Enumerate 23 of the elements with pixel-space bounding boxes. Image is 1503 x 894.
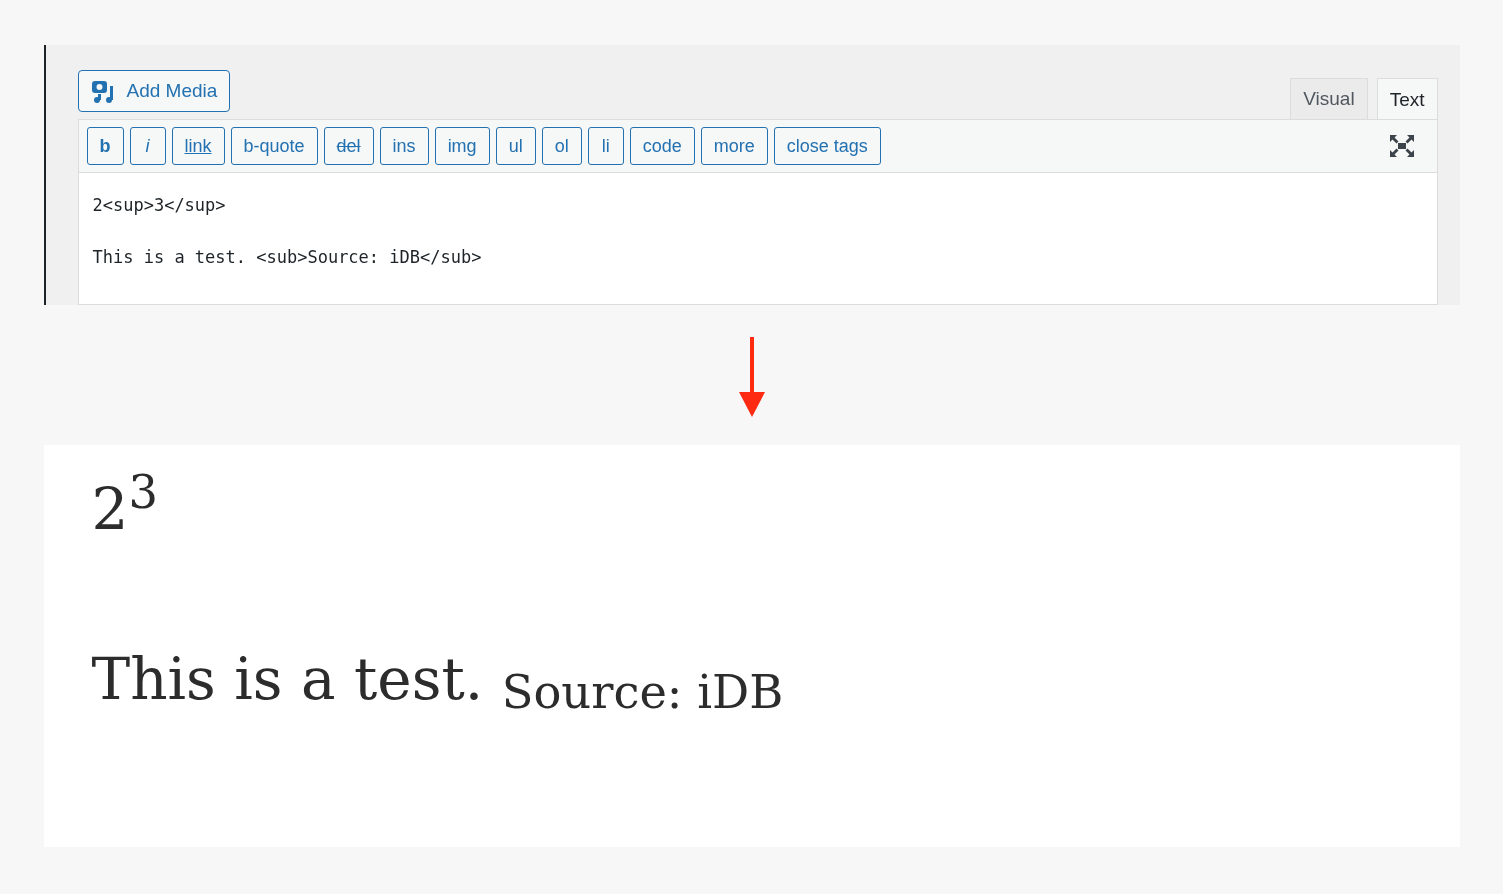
format-button[interactable]: img bbox=[434, 127, 490, 165]
format-button[interactable]: ul bbox=[495, 127, 536, 165]
format-button[interactable]: ol bbox=[541, 127, 582, 165]
format-button[interactable]: i bbox=[129, 127, 166, 165]
format-button[interactable]: ins bbox=[379, 127, 429, 165]
format-button[interactable]: b-quote bbox=[230, 127, 318, 165]
format-button[interactable]: b bbox=[86, 127, 124, 165]
text-editor-area[interactable]: 2<sup>3</sup> This is a test. <sub>Source: iDB</sub> bbox=[78, 173, 1437, 304]
format-button[interactable]: close tags bbox=[773, 127, 881, 165]
editor-tab[interactable]: Visual bbox=[1290, 78, 1368, 119]
code-line: 2<sup>3</sup> bbox=[92, 195, 226, 215]
format-button[interactable]: more bbox=[700, 127, 768, 165]
preview-text: This is a test. $_{Source: iDB}$ bbox=[91, 644, 784, 715]
format-button[interactable]: del bbox=[323, 127, 374, 165]
preview-text: 2$^{3}$ bbox=[91, 475, 158, 545]
code-line: This is a test. <sub>Source: iDB</sub> bbox=[92, 247, 482, 267]
editor-tab[interactable]: Text bbox=[1376, 78, 1438, 120]
add-media-button[interactable]: Add Media bbox=[77, 70, 231, 112]
down-arrow-icon bbox=[737, 337, 766, 417]
format-button[interactable]: li bbox=[587, 127, 624, 165]
format-button[interactable]: link bbox=[171, 127, 225, 165]
format-button[interactable]: code bbox=[629, 127, 695, 165]
fullscreen-icon[interactable] bbox=[1388, 134, 1415, 158]
